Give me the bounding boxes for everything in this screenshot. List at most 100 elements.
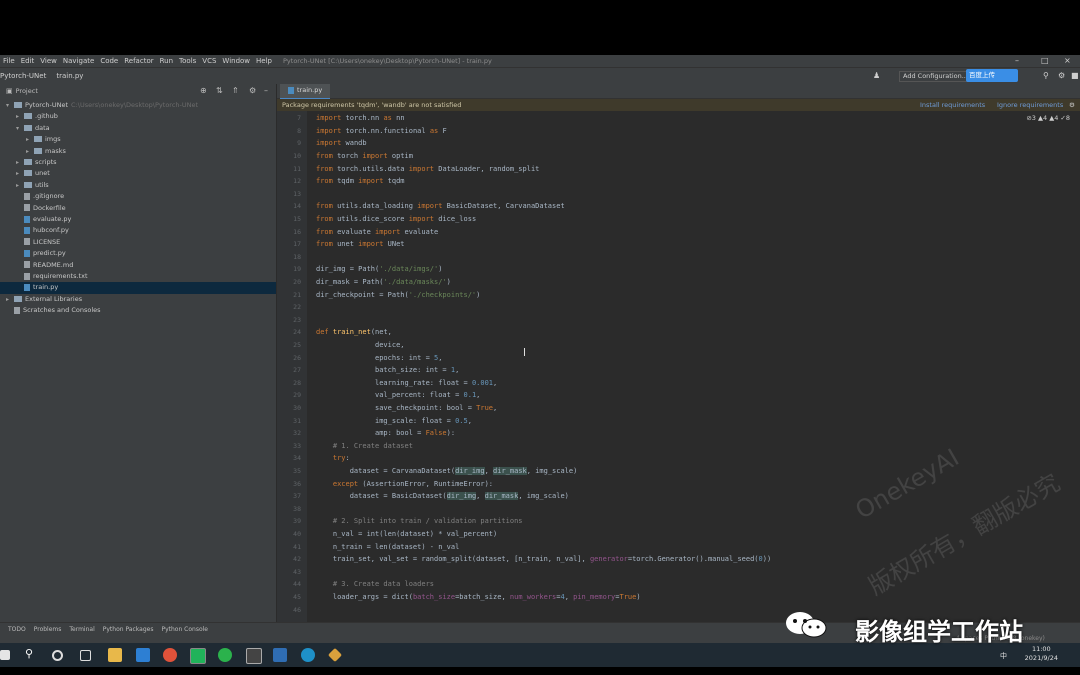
menu-code[interactable]: Code (97, 57, 121, 65)
tree-arrow-icon[interactable]: ▸ (26, 146, 34, 157)
tree-arrow-icon[interactable]: ▸ (26, 134, 34, 145)
expand-icon[interactable]: ⇑ (232, 86, 239, 95)
menu-view[interactable]: View (37, 57, 60, 65)
menu-refactor[interactable]: Refactor (121, 57, 156, 65)
user-icon[interactable]: ♟ (873, 71, 880, 80)
tree-arrow-icon[interactable]: ▸ (16, 180, 24, 191)
code-line: # 1. Create dataset (332, 441, 413, 450)
task-view-icon[interactable] (80, 650, 91, 661)
start-icon[interactable] (0, 650, 10, 660)
locate-icon[interactable]: ⊕ (200, 86, 207, 95)
minimize-button[interactable]: – (1015, 56, 1019, 65)
menu-tools[interactable]: Tools (176, 57, 199, 65)
inspection-widget[interactable]: ⊘3 ▲4 ▲4 ✓8 (1026, 114, 1070, 122)
file-explorer-icon[interactable] (108, 648, 122, 662)
terminal-tab[interactable]: Terminal (69, 626, 94, 633)
project-tree: ▾ Pytorch-UNet C:\Users\onekey\Desktop\Pyt… (0, 98, 276, 622)
close-button[interactable]: × (1064, 56, 1071, 65)
ide-logo-icon: ■ (1071, 71, 1079, 80)
tree-item[interactable]: ▸ utils (0, 180, 276, 191)
cortana-icon[interactable] (52, 650, 63, 661)
file-icon (24, 238, 30, 246)
collapse-icon[interactable]: ⇅ (216, 86, 223, 95)
cloud-upload-button[interactable]: 百度上传 (966, 69, 1018, 82)
menu-bar: File Edit View Navigate Code Refactor Ru… (0, 55, 1080, 67)
ime-indicator[interactable]: 中 (1000, 651, 1007, 661)
chrome-icon[interactable] (163, 648, 177, 662)
wechat-logo-icon (786, 612, 827, 638)
line-number: 28 (293, 378, 301, 387)
breadcrumb-project[interactable]: Pytorch-UNet (0, 72, 46, 80)
tree-item[interactable]: ▸ imgs (0, 134, 276, 145)
todo-tab[interactable]: TODO (8, 626, 26, 633)
tree-item[interactable]: ▸ External Libraries (0, 294, 276, 305)
tree-arrow-icon[interactable]: ▾ (16, 123, 24, 134)
photos-icon[interactable] (273, 648, 287, 662)
tab-train-py[interactable]: train.py (280, 84, 331, 100)
pycharm-icon[interactable] (190, 648, 206, 664)
tree-item[interactable]: Dockerfile (0, 203, 276, 214)
tree-item[interactable]: ▸ masks (0, 146, 276, 157)
wechat-icon[interactable] (218, 648, 232, 662)
line-number: 41 (293, 542, 301, 551)
menu-help[interactable]: Help (253, 57, 275, 65)
tree-arrow-icon[interactable]: ▾ (6, 100, 14, 111)
video-icon[interactable] (246, 648, 262, 664)
line-number: 25 (293, 340, 301, 349)
tree-item[interactable]: Scratches and Consoles (0, 305, 276, 316)
settings-icon[interactable]: ⚙ (1058, 71, 1065, 80)
code-line: amp: bool = False): (316, 429, 456, 438)
tree-item[interactable]: ▸ unet (0, 168, 276, 179)
line-number: 15 (293, 214, 301, 223)
tree-item[interactable]: ▸ .github (0, 111, 276, 122)
search-icon[interactable]: ⚲ (1043, 71, 1049, 80)
menu-vcs[interactable]: VCS (199, 57, 219, 65)
app-icon[interactable] (136, 648, 150, 662)
tree-item[interactable]: LICENSE (0, 237, 276, 248)
python-file-icon (24, 249, 30, 257)
tree-item[interactable]: ▾ Pytorch-UNet C:\Users\onekey\Desktop\Pyt… (0, 100, 276, 111)
app-icon-2[interactable] (327, 647, 343, 663)
menu-run[interactable]: Run (157, 57, 176, 65)
add-configuration-button[interactable]: Add Configuration... (899, 71, 972, 82)
tree-arrow-icon[interactable]: ▸ (16, 168, 24, 179)
line-number: 35 (293, 466, 301, 475)
menu-window[interactable]: Window (219, 57, 253, 65)
tree-item-label: imgs (45, 135, 61, 144)
python-file-icon (24, 226, 30, 234)
line-number: 13 (293, 189, 301, 198)
menu-file[interactable]: File (0, 57, 18, 65)
tree-item[interactable]: README.md (0, 260, 276, 271)
breadcrumb-file[interactable]: train.py (56, 72, 83, 80)
tree-item[interactable]: ▾ data (0, 123, 276, 134)
tree-item[interactable]: .gitignore (0, 191, 276, 202)
menu-navigate[interactable]: Navigate (60, 57, 97, 65)
tree-item[interactable]: requirements.txt (0, 271, 276, 282)
code-line: n_val = int(len(dataset) * val_percent) (316, 529, 498, 538)
tree-item-label: LICENSE (33, 237, 61, 246)
tree-arrow-icon[interactable]: ▸ (6, 294, 14, 305)
edge-icon[interactable] (301, 648, 315, 662)
code-line: learning_rate: float = 0.001, (316, 378, 498, 387)
tree-item[interactable]: train.py (0, 282, 276, 294)
tree-item[interactable]: evaluate.py (0, 214, 276, 225)
menu-edit[interactable]: Edit (18, 57, 38, 65)
gear-icon[interactable]: ⚙ (249, 86, 256, 95)
tree-arrow-icon[interactable]: ▸ (16, 157, 24, 168)
tree-item[interactable]: predict.py (0, 248, 276, 259)
maximize-button[interactable]: □ (1041, 56, 1049, 65)
python-packages-tab[interactable]: Python Packages (103, 626, 154, 633)
line-number: 29 (293, 391, 301, 400)
tree-arrow-icon[interactable]: ▸ (16, 111, 24, 122)
search-icon[interactable]: ⚲ (25, 647, 33, 661)
banner-gear-icon[interactable]: ⚙ (1069, 99, 1075, 111)
python-console-tab[interactable]: Python Console (161, 626, 208, 633)
tree-item[interactable]: ▸ scripts (0, 157, 276, 168)
project-panel-title[interactable]: Project (16, 87, 38, 95)
system-clock[interactable]: 11:00 2021/9/24 (1025, 645, 1058, 663)
tree-item[interactable]: hubconf.py (0, 225, 276, 236)
ignore-requirements-link[interactable]: Ignore requirements (997, 99, 1063, 111)
hide-panel-icon[interactable]: – (264, 86, 268, 95)
problems-tab[interactable]: Problems (34, 626, 62, 633)
install-requirements-link[interactable]: Install requirements (920, 99, 985, 111)
